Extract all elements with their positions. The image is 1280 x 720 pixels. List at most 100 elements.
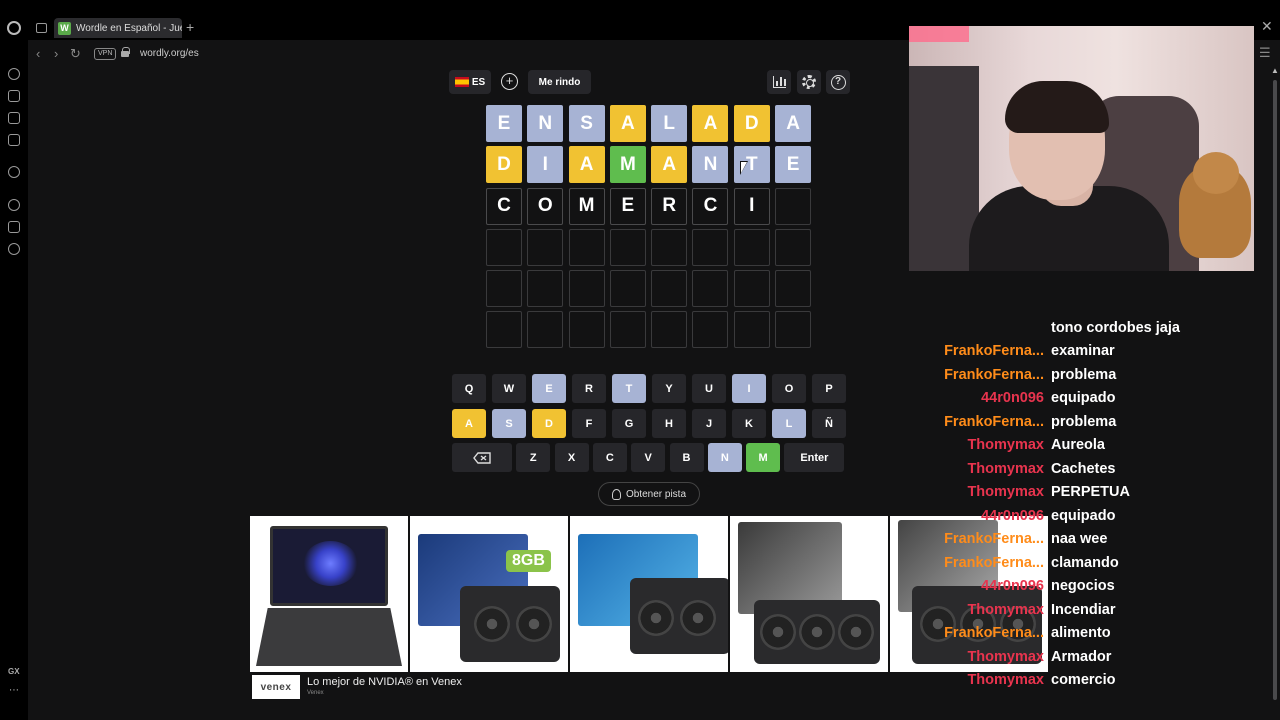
fan-shape: [638, 600, 674, 636]
lightbulb-icon: [611, 488, 621, 500]
lock-icon[interactable]: [121, 47, 130, 57]
webcam-neon-sign: [909, 26, 969, 42]
board-tile: [568, 270, 605, 308]
sidebar-chatgpt-icon[interactable]: [8, 166, 20, 178]
board-tile: [527, 228, 564, 266]
hint-button[interactable]: Obtener pista: [598, 482, 700, 506]
chat-text: Incendiar: [1051, 601, 1116, 618]
chat-text: Aureola: [1051, 437, 1105, 454]
key-o[interactable]: O: [772, 374, 806, 403]
key-m[interactable]: M: [746, 443, 781, 472]
key-ñ[interactable]: Ñ: [812, 409, 846, 438]
key-k[interactable]: K: [732, 409, 766, 438]
settings-button[interactable]: [797, 70, 821, 94]
chat-text: PERPETUA: [1051, 484, 1130, 501]
key-n[interactable]: N: [707, 443, 742, 472]
tab-islands-icon[interactable]: [36, 23, 47, 33]
fan-shape: [799, 614, 835, 650]
key-v[interactable]: V: [631, 443, 666, 472]
language-button[interactable]: ES: [449, 70, 491, 94]
key-a[interactable]: A: [452, 409, 486, 438]
vram-badge: 8GB: [506, 550, 551, 572]
key-x[interactable]: X: [554, 443, 589, 472]
key-b[interactable]: B: [669, 443, 704, 472]
sidebar-settings-icon[interactable]: [8, 243, 20, 255]
sidebar-bag-icon[interactable]: [8, 90, 20, 102]
board-tile: [733, 228, 770, 266]
key-g[interactable]: G: [612, 409, 646, 438]
board-tile: E: [486, 105, 522, 142]
key-enter[interactable]: Enter: [784, 443, 845, 472]
key-u[interactable]: U: [692, 374, 726, 403]
ad-product-gigabyte-gpu[interactable]: [570, 516, 728, 672]
ad-product-asus-gpu[interactable]: [730, 516, 888, 672]
sidebar-gx-label[interactable]: GX: [8, 667, 20, 676]
key-y[interactable]: Y: [652, 374, 686, 403]
menu-icon[interactable]: ☰: [1259, 45, 1271, 61]
board-tile: R: [651, 187, 688, 225]
wordle-favicon-icon: W: [58, 21, 71, 35]
chat-text: problema: [1051, 413, 1117, 430]
plus-icon[interactable]: +: [501, 73, 518, 90]
chat-username: Thomymax: [967, 648, 1044, 665]
key-z[interactable]: Z: [516, 443, 551, 472]
sidebar-ai-icon[interactable]: [8, 68, 20, 80]
chat-username: FrankoFerna...: [944, 625, 1044, 642]
sidebar-m-icon[interactable]: [8, 134, 20, 146]
url-field[interactable]: wordly.org/es: [140, 48, 199, 59]
sidebar-more-icon[interactable]: ⋯: [9, 685, 19, 696]
sidebar-extensions-icon[interactable]: [8, 221, 20, 233]
reload-icon[interactable]: ↻: [70, 46, 81, 62]
stats-button[interactable]: [767, 70, 791, 94]
fan-shape: [516, 606, 552, 642]
browser-tab-active[interactable]: W Wordle en Español - Jueg: [54, 18, 182, 38]
board-tile: [775, 311, 812, 349]
chat-username: 44r0n096: [981, 578, 1044, 595]
ad-product-galax-gpu[interactable]: 8GB: [410, 516, 568, 672]
give-up-button[interactable]: Me rindo: [528, 70, 591, 94]
key-backspace[interactable]: [452, 443, 512, 472]
key-d[interactable]: D: [532, 409, 566, 438]
sidebar-history-icon[interactable]: [8, 199, 20, 211]
board-tile: [733, 311, 770, 349]
sidebar-image-icon[interactable]: [8, 112, 20, 124]
key-j[interactable]: J: [692, 409, 726, 438]
board-tile: L: [651, 105, 688, 142]
key-r[interactable]: R: [572, 374, 606, 403]
key-q[interactable]: Q: [452, 374, 486, 403]
board-tile: [609, 270, 646, 308]
key-s[interactable]: S: [492, 409, 526, 438]
board-tile: [486, 270, 522, 308]
back-icon[interactable]: ‹: [36, 46, 40, 61]
board-tile: A: [609, 105, 646, 142]
key-f[interactable]: F: [572, 409, 606, 438]
scroll-up-icon[interactable]: ▲: [1271, 66, 1279, 75]
key-e[interactable]: E: [532, 374, 566, 403]
opera-logo-icon[interactable]: [7, 21, 21, 35]
scrollbar-thumb[interactable]: [1273, 80, 1277, 700]
key-l[interactable]: L: [772, 409, 806, 438]
close-window-icon[interactable]: ✕: [1261, 18, 1273, 35]
ad-title[interactable]: Lo mejor de NVIDIA® en Venex: [307, 676, 462, 688]
ad-product-laptop[interactable]: [250, 516, 408, 672]
new-tab-icon[interactable]: +: [186, 19, 194, 35]
chat-message: FrankoFerna... naa wee: [910, 528, 1260, 552]
chat-text: Cachetes: [1051, 460, 1116, 477]
key-p[interactable]: P: [812, 374, 846, 403]
key-w[interactable]: W: [492, 374, 526, 403]
board-tile: A: [651, 146, 688, 184]
board-tile: [733, 270, 770, 308]
key-h[interactable]: H: [652, 409, 686, 438]
key-i[interactable]: I: [732, 374, 766, 403]
chat-username: FrankoFerna...: [944, 366, 1044, 383]
forward-icon[interactable]: ›: [54, 46, 58, 61]
key-c[interactable]: C: [592, 443, 627, 472]
board-tile: [486, 228, 522, 266]
help-button[interactable]: ?: [826, 70, 850, 94]
board-tile: [692, 228, 729, 266]
board-tile: [609, 228, 646, 266]
vpn-badge[interactable]: VPN: [94, 48, 117, 60]
board-tile: C: [692, 187, 729, 225]
board-tile: A: [568, 146, 605, 184]
key-t[interactable]: T: [612, 374, 646, 403]
